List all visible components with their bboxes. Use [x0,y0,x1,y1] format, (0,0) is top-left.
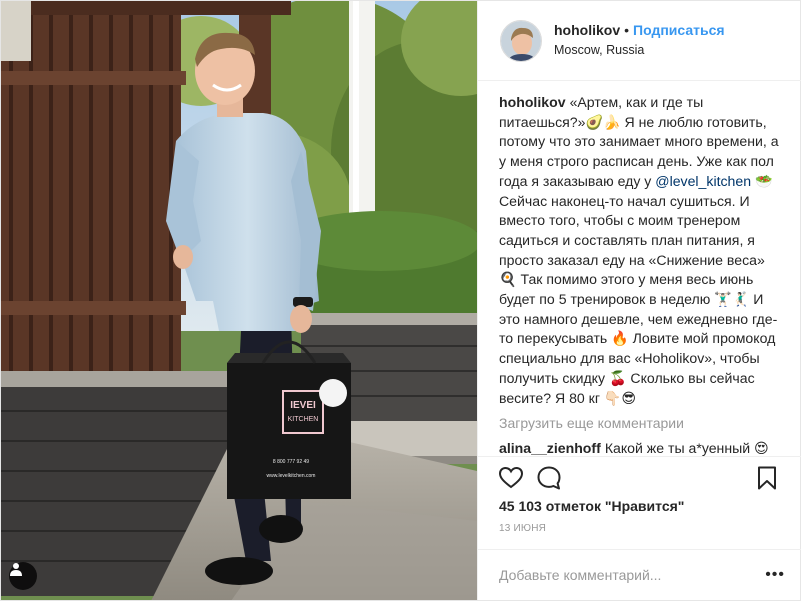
comments-section: hoholikov «Артем, как и где ты питаешься?… [478,81,801,456]
comment-item: alina__zienhoff Какой же ты а*уенный 😍 [499,439,785,456]
bookmark-icon [758,466,776,490]
more-options-button[interactable]: ••• [765,566,785,584]
tagged-users-button[interactable] [9,562,37,590]
add-comment-bar: ••• [478,549,801,600]
follow-button[interactable]: Подписаться [633,22,725,40]
instagram-post: IEVEI KITCHEN 8 800 777 92 49 www.levelk… [0,0,801,601]
post-photo[interactable]: IEVEI KITCHEN 8 800 777 92 49 www.levelk… [1,1,477,600]
save-button[interactable] [754,465,780,491]
like-button[interactable] [498,465,524,491]
post-caption: hoholikov «Артем, как и где ты питаешься?… [499,93,785,408]
svg-text:KITCHEN: KITCHEN [288,416,319,423]
svg-text:IEVEI: IEVEI [290,400,316,411]
post-date: 13 ИЮНЯ [499,523,547,534]
comment-username[interactable]: alina__zienhoff [499,440,601,456]
post-actions-bar [478,456,801,498]
photo-illustration: IEVEI KITCHEN 8 800 777 92 49 www.levelk… [1,1,477,600]
comment-text: Какой же ты а*уенный 😍 [604,440,769,456]
post-sidebar: hoholikov • Подписаться Moscow, Russia h… [477,1,801,600]
likes-count[interactable]: 45 103 отметок "Нравится" [499,498,684,514]
speech-bubble-icon [537,466,561,490]
heart-outline-icon [498,466,524,489]
load-more-comments-button[interactable]: Загрузить еще комментарии [499,415,785,431]
caption-text-part2: 🥗 Сейчас наконец-то начал сушиться. И вм… [499,172,778,406]
add-comment-input[interactable] [499,567,766,583]
person-icon [10,563,22,576]
svg-text:www.levelkitchen.com: www.levelkitchen.com [267,473,316,479]
avatar[interactable] [500,19,542,62]
comment-button[interactable] [536,465,562,491]
svg-text:8 800 777 92 49: 8 800 777 92 49 [273,459,309,465]
caption-username[interactable]: hoholikov [499,94,566,110]
avatar-image [501,20,541,61]
post-location[interactable]: Moscow, Russia [554,43,725,59]
author-username[interactable]: hoholikov [554,22,620,40]
post-header: hoholikov • Подписаться Moscow, Russia [478,1,801,81]
caption-mention-link[interactable]: @level_kitchen [655,173,751,189]
header-separator: • [624,22,630,39]
